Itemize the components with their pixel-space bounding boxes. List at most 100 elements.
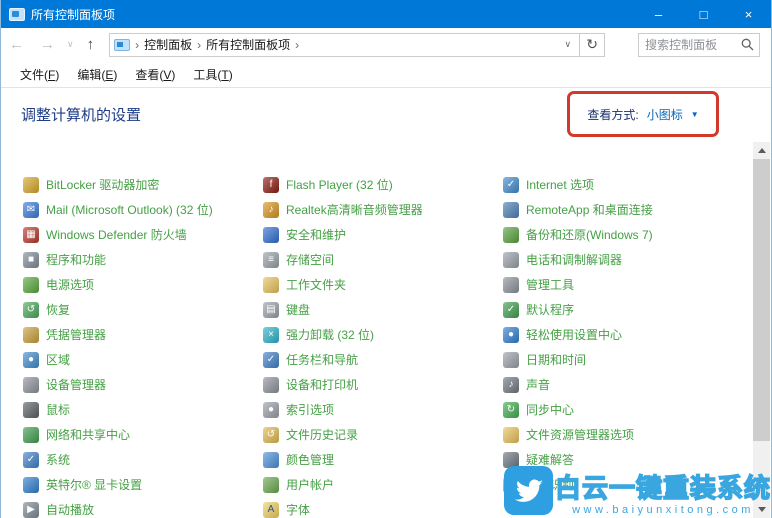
item-label: 用户帐户 xyxy=(286,478,335,492)
control-panel-item[interactable]: ● 区域 xyxy=(23,347,258,372)
control-panel-item[interactable]: 管理工具 xyxy=(503,272,753,297)
menu-item[interactable]: 查看(V) xyxy=(126,66,184,83)
breadcrumb-control-panel[interactable]: 控制面板 xyxy=(144,36,192,53)
control-panel-item[interactable]: ● 索引选项 xyxy=(263,397,498,422)
title-bar: 所有控制面板项 – □ × xyxy=(1,0,771,28)
control-panel-item[interactable]: ● 轻松使用设置中心 xyxy=(503,322,753,347)
close-button[interactable]: × xyxy=(726,0,771,28)
control-panel-icon xyxy=(9,7,25,21)
taskbar-navigation-icon: ✓ xyxy=(263,351,279,368)
control-panel-item[interactable]: 电话和调制解调器 xyxy=(503,247,753,272)
control-panel-item[interactable]: ✓ Internet 选项 xyxy=(503,172,753,197)
menu-item[interactable]: 编辑(E) xyxy=(68,66,126,83)
control-panel-item[interactable]: 网络和共享中心 xyxy=(23,422,258,447)
control-panel-item[interactable]: 设备管理器 xyxy=(23,372,258,397)
refresh-button[interactable]: ↻ xyxy=(579,33,604,56)
breadcrumb: › 控制面板 › 所有控制面板项 › ∨ xyxy=(110,34,579,56)
storage-spaces-icon: ≡ xyxy=(263,251,279,268)
control-panel-item[interactable]: ▶ 自动播放 xyxy=(23,497,258,518)
control-panel-item[interactable]: 文件资源管理器选项 xyxy=(503,422,753,447)
up-icon[interactable]: ↑ xyxy=(78,36,104,53)
control-panel-item[interactable]: 日期和时间 xyxy=(503,347,753,372)
menu-item[interactable]: 工具(T) xyxy=(184,66,241,83)
item-label: 索引选项 xyxy=(286,403,335,417)
control-panel-item[interactable]: ■ 程序和功能 xyxy=(23,247,258,272)
control-panel-item[interactable]: 鼠标 xyxy=(23,397,258,422)
scroll-down-button[interactable] xyxy=(753,501,770,518)
minimize-button[interactable]: – xyxy=(636,0,681,28)
control-panel-item[interactable]: ▦ Windows Defender 防火墙 xyxy=(23,222,258,247)
triangle-up-icon xyxy=(757,148,766,153)
search-input[interactable] xyxy=(639,37,742,52)
realtek-audio-icon: ♪ xyxy=(263,201,279,218)
breadcrumb-all-items[interactable]: 所有控制面板项 xyxy=(206,36,290,53)
speech-recognition-icon xyxy=(503,476,519,493)
control-panel-item[interactable]: ♪ 声音 xyxy=(503,372,753,397)
user-accounts-icon xyxy=(263,476,279,493)
control-panel-item[interactable]: BitLocker 驱动器加密 xyxy=(23,172,258,197)
mail-icon: ✉ xyxy=(23,201,39,218)
control-panel-item[interactable]: 用户帐户 xyxy=(263,472,498,497)
control-panel-item[interactable]: ≡ 存储空间 xyxy=(263,247,498,272)
address-bar[interactable]: › 控制面板 › 所有控制面板项 › ∨ ↻ xyxy=(109,32,606,57)
control-panel-item[interactable]: A 字体 xyxy=(263,497,498,518)
forward-icon[interactable]: → xyxy=(32,36,63,53)
item-label: 安全和维护 xyxy=(286,228,347,242)
item-label: 设备管理器 xyxy=(46,378,107,392)
item-label: 凭据管理器 xyxy=(46,328,107,342)
item-label: 备份和还原(Windows 7) xyxy=(526,228,653,242)
control-panel-item[interactable]: ✓ 任务栏和导航 xyxy=(263,347,498,372)
fonts-icon: A xyxy=(263,501,279,518)
control-panel-item[interactable]: 设备和打印机 xyxy=(263,372,498,397)
item-label: 存储空间 xyxy=(286,253,335,267)
control-panel-item[interactable]: 工作文件夹 xyxy=(263,272,498,297)
control-panel-item[interactable]: 安全和维护 xyxy=(263,222,498,247)
color-management-icon xyxy=(263,451,279,468)
control-panel-item[interactable]: 备份和还原(Windows 7) xyxy=(503,222,753,247)
file-explorer-options-icon xyxy=(503,426,519,443)
control-panel-item[interactable]: ✓ 默认程序 xyxy=(503,297,753,322)
control-panel-item[interactable]: 颜色管理 xyxy=(263,447,498,472)
control-panel-item[interactable]: ↺ 文件历史记录 xyxy=(263,422,498,447)
control-panel-item[interactable]: ↺ 恢复 xyxy=(23,297,258,322)
item-label: 电源选项 xyxy=(46,278,95,292)
items-column-1: BitLocker 驱动器加密 ✉ Mail (Microsoft Outlook)… xyxy=(23,172,258,518)
chevron-right-icon[interactable]: › xyxy=(197,38,201,52)
control-panel-item[interactable]: 凭据管理器 xyxy=(23,322,258,347)
view-by-dropdown[interactable]: 小图标 xyxy=(647,106,683,123)
back-icon[interactable]: ← xyxy=(1,36,32,53)
vertical-scrollbar[interactable] xyxy=(753,142,770,518)
search-icon[interactable] xyxy=(741,38,754,51)
control-panel-item[interactable]: ↻ 同步中心 xyxy=(503,397,753,422)
item-label: Realtek高清晰音频管理器 xyxy=(286,203,423,217)
control-panel-item[interactable]: ▤ 键盘 xyxy=(263,297,498,322)
item-label: 颜色管理 xyxy=(286,453,335,467)
control-panel-item[interactable]: 英特尔® 显卡设置 xyxy=(23,472,258,497)
control-panel-item[interactable]: ✉ Mail (Microsoft Outlook) (32 位) xyxy=(23,197,258,222)
address-dropdown-icon[interactable]: ∨ xyxy=(565,39,576,50)
network-sharing-icon xyxy=(23,426,39,443)
chevron-right-icon[interactable]: › xyxy=(295,38,299,52)
caret-down-icon[interactable]: ▼ xyxy=(691,110,699,119)
history-dropdown-icon[interactable]: ∨ xyxy=(63,39,78,50)
search-box[interactable] xyxy=(638,32,761,57)
control-panel-item[interactable]: ✓ 系统 xyxy=(23,447,258,472)
item-label: 恢复 xyxy=(46,303,71,317)
item-label: 管理工具 xyxy=(526,278,575,292)
page-title: 调整计算机的设置 xyxy=(21,107,142,124)
admin-tools-icon xyxy=(503,276,519,293)
menu-item[interactable]: 文件(F) xyxy=(11,66,68,83)
control-panel-item[interactable]: 语音识别 xyxy=(503,472,753,497)
control-panel-item[interactable]: 电源选项 xyxy=(23,272,258,297)
control-panel-item[interactable]: RemoteApp 和桌面连接 xyxy=(503,197,753,222)
maximize-button[interactable]: □ xyxy=(681,0,726,28)
control-panel-item[interactable]: × 强力卸载 (32 位) xyxy=(263,322,498,347)
item-label: 系统 xyxy=(46,453,71,467)
control-panel-item[interactable]: ♪ Realtek高清晰音频管理器 xyxy=(263,197,498,222)
control-panel-item[interactable]: f Flash Player (32 位) xyxy=(263,172,498,197)
scroll-up-button[interactable] xyxy=(753,142,770,159)
programs-features-icon: ■ xyxy=(23,251,39,268)
control-panel-item[interactable]: 疑难解答 xyxy=(503,447,753,472)
troubleshooting-icon xyxy=(503,451,519,468)
scrollbar-thumb[interactable] xyxy=(753,159,770,441)
